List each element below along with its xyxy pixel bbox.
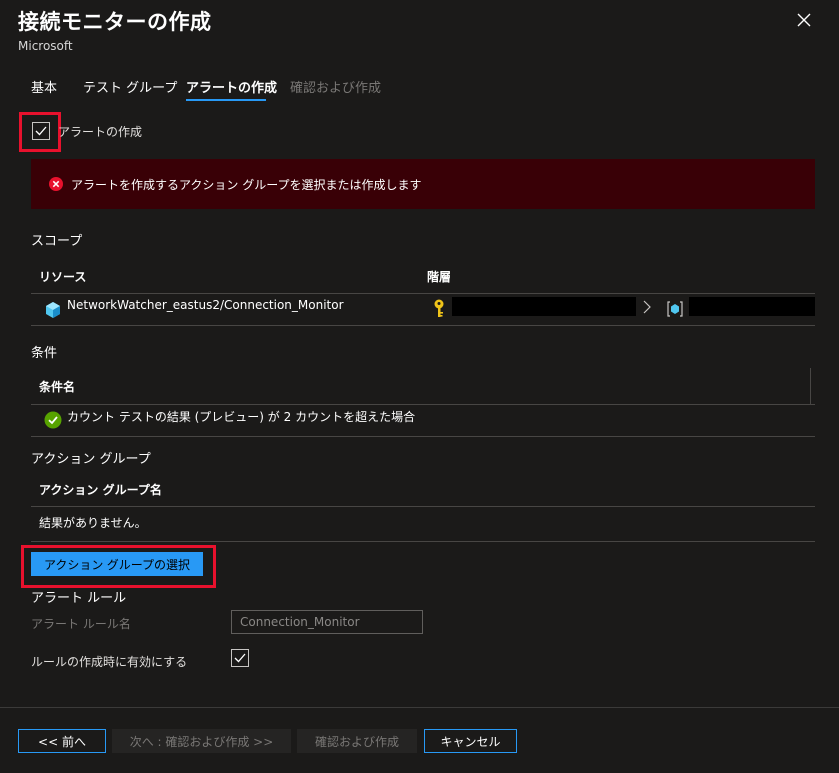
- alert-rule-title: アラート ルール: [31, 591, 127, 606]
- alert-rule-name-label: アラート ルール名: [31, 617, 131, 631]
- column-resource: リソース: [39, 270, 87, 284]
- review-create-button: 確認および作成: [297, 729, 417, 753]
- tab-review-create: 確認および作成: [290, 81, 382, 96]
- action-group-title: アクション グループ: [31, 452, 151, 467]
- alert-rule-name-input[interactable]: Connection_Monitor: [231, 610, 423, 634]
- divider: [31, 506, 815, 507]
- page-subtitle: Microsoft: [18, 39, 73, 53]
- resource-group-icon: [666, 300, 684, 322]
- error-message-bar: アラートを作成するアクション グループを選択または作成します: [31, 159, 815, 209]
- checkmark-icon: [234, 653, 246, 663]
- redacted-subscription: [452, 297, 636, 316]
- error-text: アラートを作成するアクション グループを選択または作成します: [71, 177, 422, 192]
- page-title: 接続モニターの作成: [18, 10, 212, 34]
- previous-button[interactable]: << 前へ: [18, 729, 106, 753]
- column-action-group-name: アクション グループ名: [39, 483, 162, 497]
- enable-on-create-label: ルールの作成時に有効にする: [31, 655, 188, 669]
- active-tab-indicator: [186, 99, 266, 101]
- tab-test-groups[interactable]: テスト グループ: [83, 77, 177, 96]
- resource-icon: [45, 301, 61, 323]
- divider: [31, 293, 815, 294]
- tab-create-alert[interactable]: アラートの作成: [186, 77, 277, 96]
- create-alert-label: アラートの作成: [58, 125, 143, 139]
- success-check-icon: [44, 411, 62, 433]
- close-icon[interactable]: [794, 10, 814, 30]
- tab-basics[interactable]: 基本: [31, 77, 57, 96]
- cancel-button[interactable]: キャンセル: [424, 729, 517, 753]
- chevron-right-icon: [643, 299, 651, 318]
- divider: [31, 436, 815, 437]
- footer-divider: [0, 707, 839, 708]
- enable-on-create-checkbox[interactable]: [231, 649, 249, 667]
- select-action-group-button[interactable]: アクション グループの選択: [31, 552, 203, 576]
- condition-row[interactable]: カウント テストの結果 (プレビュー) が 2 カウントを超えた場合: [67, 408, 415, 425]
- error-icon: [49, 177, 63, 191]
- alert-rule-name-value: Connection_Monitor: [240, 615, 360, 629]
- key-icon: [433, 299, 445, 323]
- column-resize-handle[interactable]: [810, 368, 811, 404]
- divider: [31, 404, 815, 405]
- redacted-resource-group: [689, 297, 815, 316]
- checkmark-icon: [35, 126, 47, 136]
- column-hierarchy: 階層: [427, 270, 452, 284]
- create-alert-checkbox[interactable]: [32, 122, 50, 140]
- condition-title: 条件: [31, 346, 58, 361]
- column-condition-name: 条件名: [39, 380, 76, 394]
- empty-results-text: 結果がありません。: [39, 516, 147, 530]
- scope-title: スコープ: [31, 234, 83, 249]
- divider: [31, 325, 815, 326]
- resource-name: NetworkWatcher_eastus2/Connection_Monito…: [67, 298, 344, 312]
- divider: [31, 541, 815, 542]
- next-review-button: 次へ : 確認および作成 >>: [112, 729, 291, 753]
